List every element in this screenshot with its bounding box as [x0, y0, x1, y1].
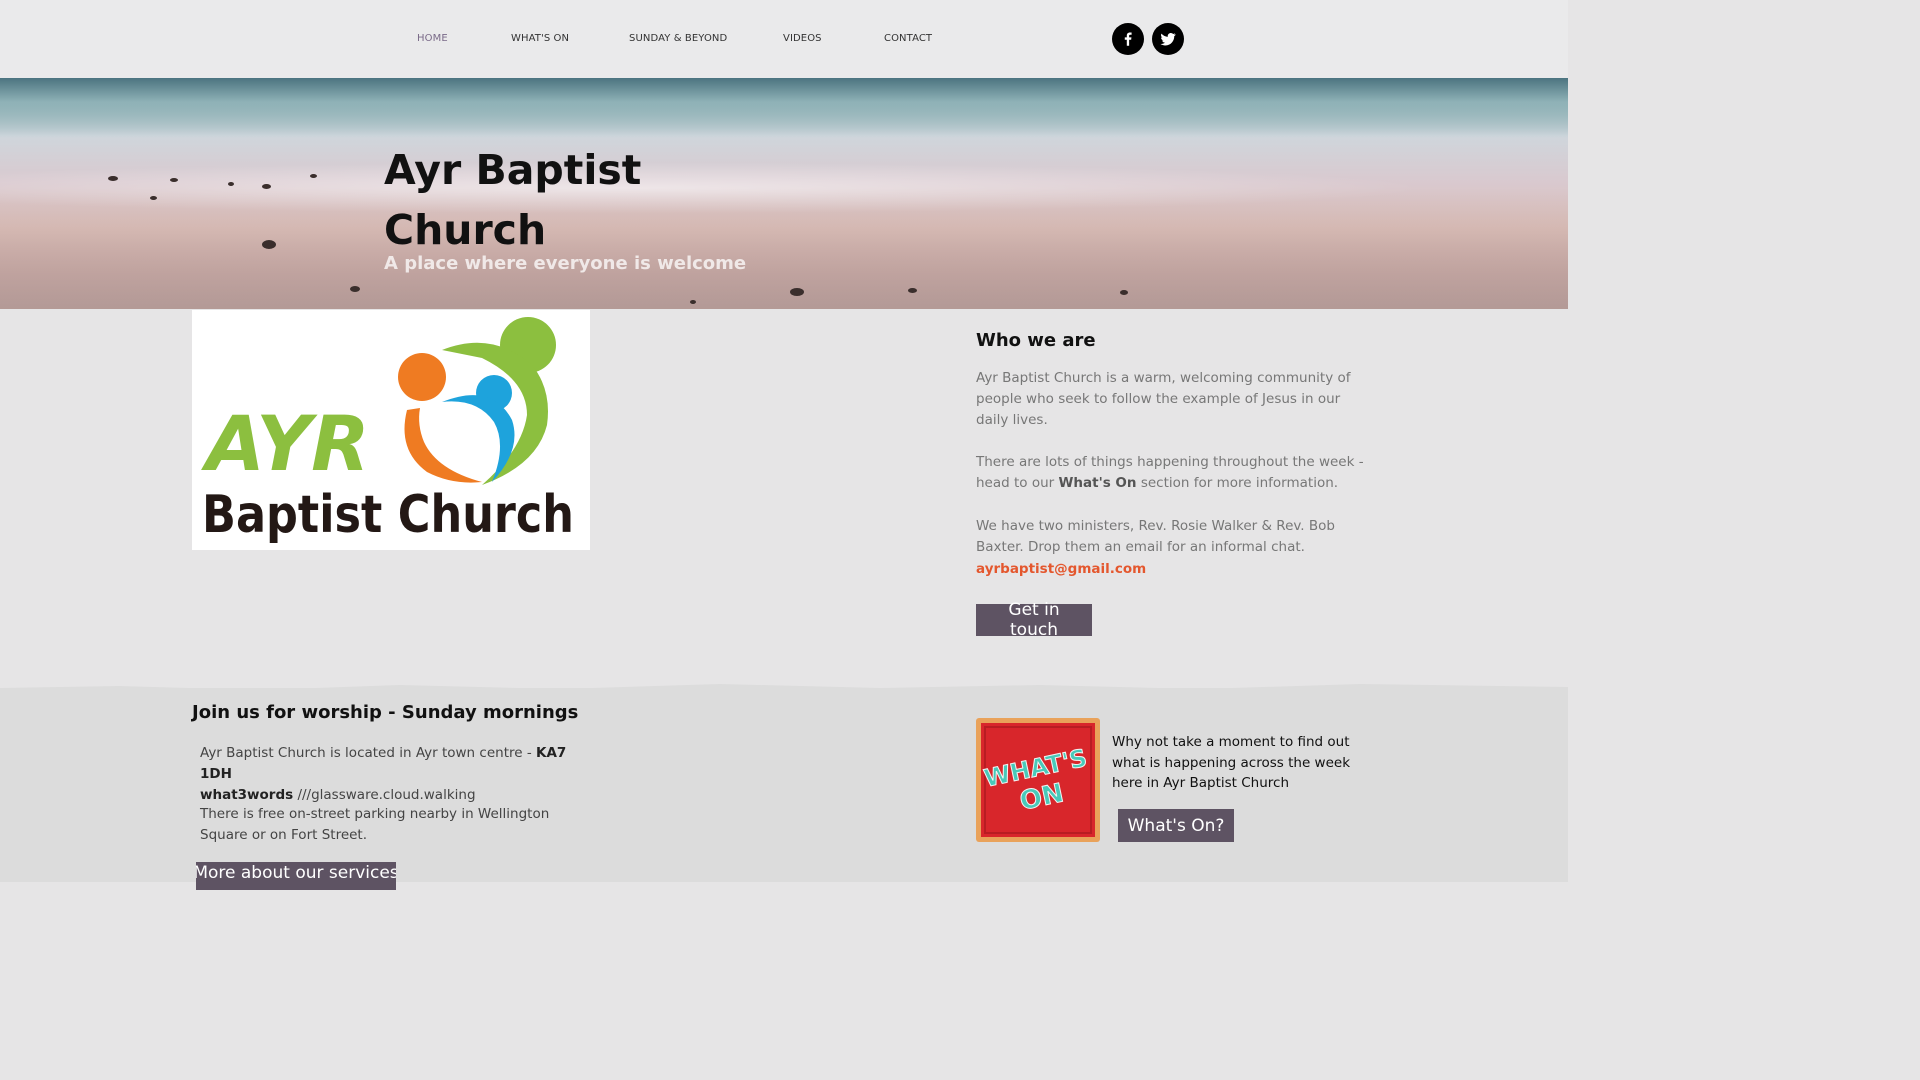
- logo-text-ayr: AYR: [201, 399, 370, 488]
- what3words-value: ///glassware.cloud.walking: [293, 787, 476, 803]
- pebble: [108, 176, 118, 181]
- pebble: [690, 300, 696, 304]
- whats-on-button[interactable]: What's On?: [1118, 809, 1234, 842]
- location-text: Ayr Baptist Church is located in Ayr tow…: [200, 745, 536, 761]
- hero-title-line2: Church: [384, 206, 547, 254]
- who-para-3: We have two ministers, Rev. Rosie Walker…: [976, 518, 1335, 555]
- whats-on-description: Why not take a moment to find out what i…: [1112, 734, 1351, 791]
- pebble: [310, 174, 317, 178]
- who-para-2: There are lots of things happening throu…: [976, 452, 1368, 494]
- pebble: [908, 288, 917, 293]
- email-link[interactable]: ayrbaptist@gmail.com: [976, 561, 1146, 577]
- nav-sunday-beyond[interactable]: SUNDAY & BEYOND: [629, 33, 727, 44]
- whats-on-image[interactable]: WHAT'S ON: [976, 718, 1100, 842]
- nav-contact[interactable]: CONTACT: [884, 33, 932, 44]
- hero-title-line1: Ayr Baptist: [384, 146, 642, 194]
- nav-home[interactable]: HOME: [417, 33, 448, 44]
- what3words-label: what3words: [200, 787, 294, 803]
- who-we-are-heading: Who we are: [976, 330, 1096, 351]
- hero-wave: [0, 78, 1568, 138]
- pebble: [262, 184, 271, 189]
- pebble: [150, 196, 157, 200]
- whats-on-bold: What's On: [1058, 475, 1137, 491]
- twitter-icon[interactable]: [1152, 23, 1184, 55]
- pebble: [228, 182, 234, 186]
- church-logo: AYR Baptist Church: [192, 310, 590, 550]
- facebook-icon[interactable]: [1112, 23, 1144, 55]
- site-header: HOME WHAT'S ON SUNDAY & BEYOND VIDEOS CO…: [0, 0, 1568, 78]
- who-para-2-post: section for more information.: [1136, 475, 1339, 491]
- get-in-touch-button[interactable]: Get in touch: [976, 600, 1092, 640]
- pebble: [790, 288, 804, 296]
- more-about-services-button[interactable]: More about our services: [196, 862, 396, 890]
- worship-parking: There is free on-street parking nearby i…: [200, 806, 550, 843]
- worship-heading: Join us for worship - Sunday mornings: [192, 702, 579, 723]
- pebble: [350, 286, 360, 292]
- worship-location: Ayr Baptist Church is located in Ayr tow…: [200, 743, 600, 806]
- logo-orange-head: [398, 353, 446, 401]
- pebble: [262, 240, 276, 249]
- nav-videos[interactable]: VIDEOS: [783, 33, 822, 44]
- logo-text-baptist-church: Baptist Church: [202, 485, 574, 545]
- hero-title: Ayr Baptist Church: [384, 140, 804, 260]
- pebble: [1120, 290, 1128, 295]
- logo-orange-arc: [404, 408, 482, 483]
- pebble: [170, 178, 178, 182]
- hero-subtitle: A place where everyone is welcome: [384, 253, 747, 274]
- who-para-1: Ayr Baptist Church is a warm, welcoming …: [976, 370, 1351, 428]
- nav-whats-on[interactable]: WHAT'S ON: [511, 33, 569, 44]
